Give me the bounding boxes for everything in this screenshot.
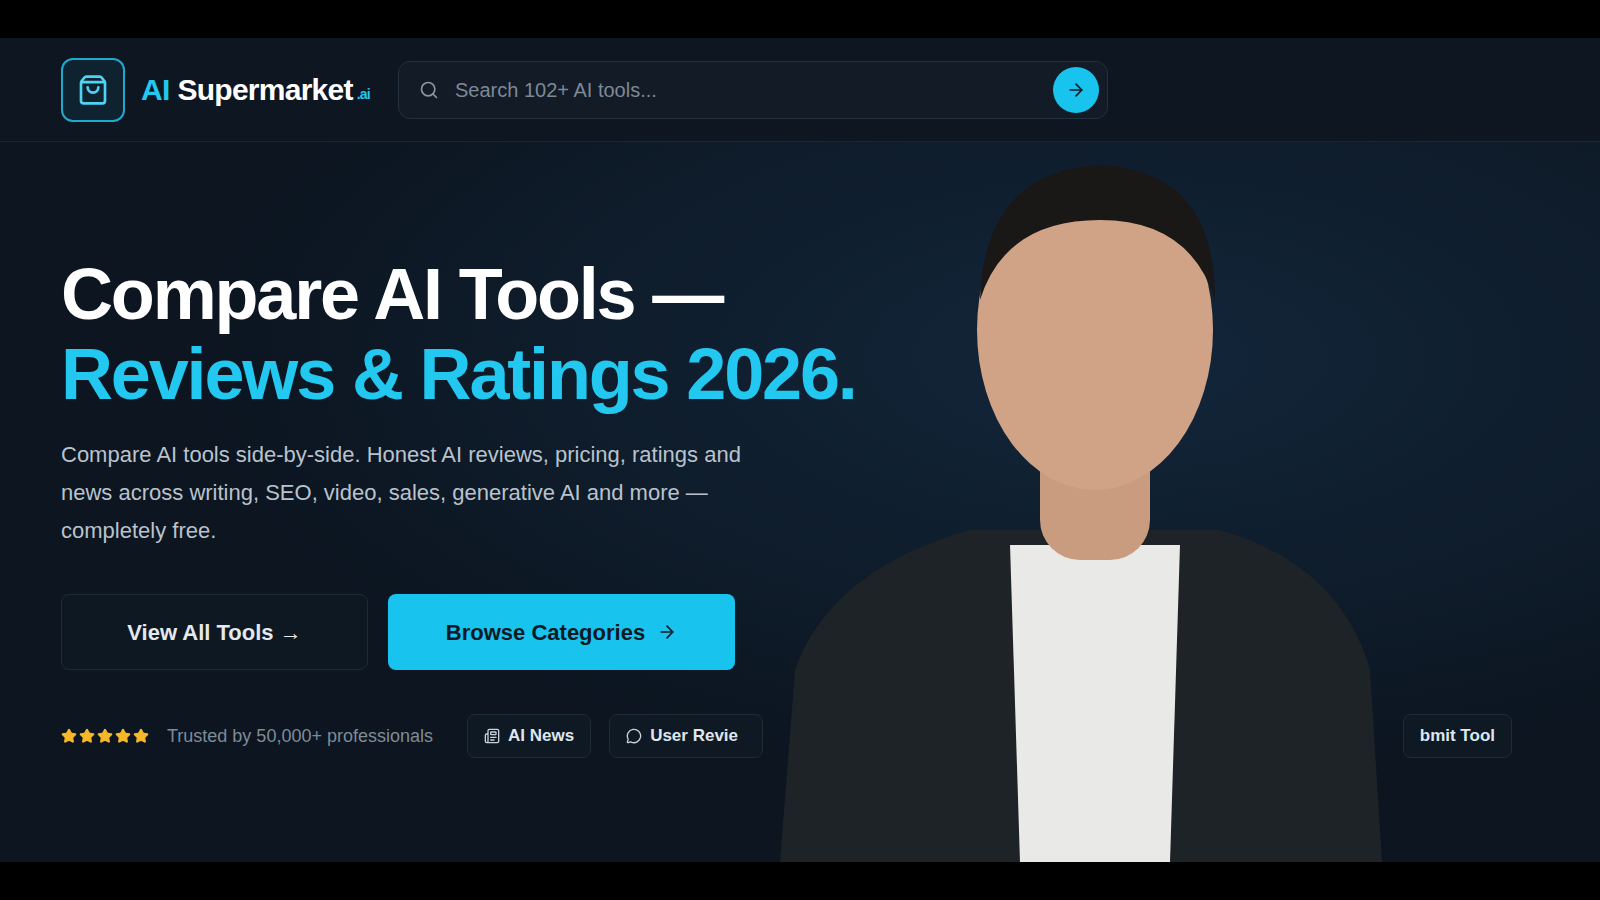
star-icon bbox=[115, 728, 131, 744]
star-icon bbox=[97, 728, 113, 744]
hero-subtitle: Reviews & Ratings 2026. bbox=[61, 334, 1600, 414]
star-icon bbox=[61, 728, 77, 744]
letterbox-top bbox=[0, 0, 1600, 38]
pill-label: bmit Tool bbox=[1420, 723, 1495, 749]
chat-icon bbox=[626, 728, 642, 744]
primary-button[interactable]: Browse Categories bbox=[388, 594, 735, 670]
logo-name: Supermarket bbox=[178, 75, 353, 105]
button-label: Browse Categories bbox=[446, 616, 645, 649]
letterbox-bottom bbox=[0, 862, 1600, 900]
pill-label: User Revie bbox=[650, 723, 738, 749]
button-label: View All Tools → bbox=[127, 616, 301, 649]
hero-buttons: View All Tools → Browse Categories bbox=[61, 594, 1600, 670]
header: AI Supermarket .ai Search 102+ AI tools... bbox=[0, 38, 1600, 142]
trust-text: Trusted by 50,000+ professionals bbox=[167, 723, 433, 750]
person-photo bbox=[770, 150, 1430, 862]
nav-pill[interactable]: User Revie bbox=[609, 714, 763, 758]
nav-pill[interactable]: bmit Tool bbox=[1403, 714, 1512, 758]
star-icon bbox=[79, 728, 95, 744]
secondary-button[interactable]: View All Tools → bbox=[61, 594, 368, 670]
hero: Compare AI Tools —Reviews & Ratings 2026… bbox=[0, 142, 1600, 862]
page: AI Supermarket .ai Search 102+ AI tools... C… bbox=[0, 0, 1600, 900]
search-button[interactable] bbox=[1053, 67, 1099, 113]
search-placeholder[interactable]: Search 102+ AI tools... bbox=[455, 75, 1037, 105]
newspaper-icon bbox=[484, 728, 500, 744]
logo[interactable]: AI Supermarket .ai bbox=[61, 58, 370, 122]
trust-row: Trusted by 50,000+ professionals AI News U… bbox=[0, 714, 1600, 758]
star-rating bbox=[61, 728, 149, 744]
hero-content: Compare AI Tools —Reviews & Ratings 2026… bbox=[0, 254, 1600, 670]
arrow-right-icon bbox=[1066, 80, 1086, 100]
hero-title: Compare AI Tools — bbox=[61, 254, 1600, 334]
logo-text: AI Supermarket .ai bbox=[141, 75, 370, 105]
hero-description: Compare AI tools side-by-side. Honest AI… bbox=[61, 436, 761, 550]
logo-box bbox=[61, 58, 125, 122]
search-icon bbox=[419, 80, 439, 100]
star-icon bbox=[133, 728, 149, 744]
logo-prefix: AI bbox=[141, 75, 170, 105]
arrow-right-icon bbox=[657, 622, 677, 642]
pill-label: AI News bbox=[508, 723, 574, 749]
shopping-bag-icon bbox=[77, 74, 109, 106]
nav-pill[interactable]: AI News bbox=[467, 714, 591, 758]
logo-badge: .ai bbox=[357, 87, 370, 101]
site: AI Supermarket .ai Search 102+ AI tools... C… bbox=[0, 38, 1600, 862]
search-bar[interactable]: Search 102+ AI tools... bbox=[398, 61, 1108, 119]
